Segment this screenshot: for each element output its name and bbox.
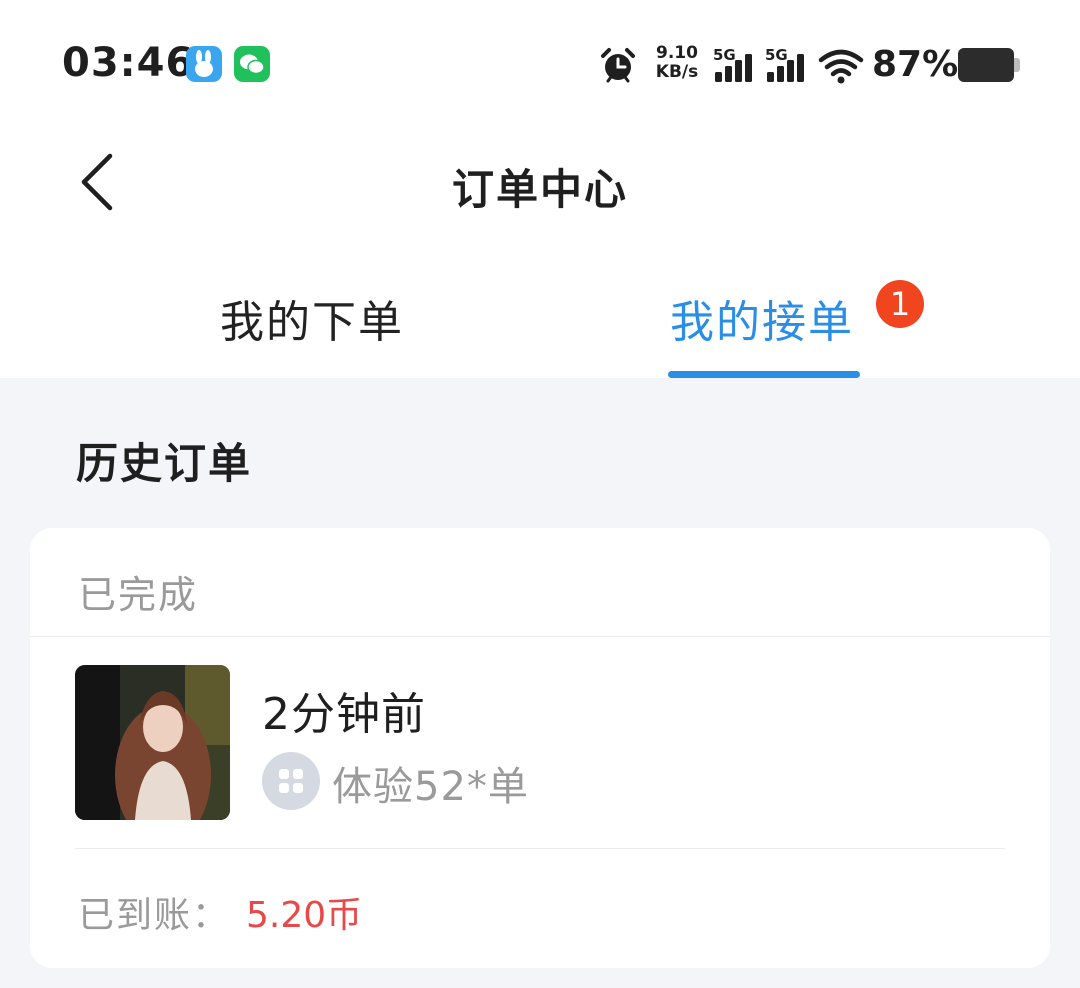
alarm-icon (598, 46, 638, 90)
order-card[interactable]: 已完成 2分钟前 体验52*单 已到账： 5.20币 (30, 528, 1050, 968)
wechat-icon (234, 46, 270, 82)
page-title: 订单中心 (451, 165, 628, 214)
wifi-icon (818, 48, 864, 88)
divider (30, 636, 1050, 637)
paid-amount: 5.20币 (246, 895, 363, 936)
tab-notification-badge: 1 (876, 280, 924, 328)
battery-percent: 87% (872, 44, 959, 85)
network-speed-value: 9.10 (656, 43, 698, 63)
signal-icon: 5G (765, 46, 807, 84)
section-title: 历史订单 (76, 439, 253, 488)
status-bar: 03:46 9.10 KB/s 5G 5G 87% (0, 0, 1080, 130)
status-time: 03:46 (62, 40, 195, 86)
network-speed-unit: KB/s (655, 62, 699, 82)
network-speed: 9.10 KB/s (652, 44, 702, 82)
order-time: 2分钟前 (262, 689, 426, 740)
active-tab-indicator (668, 371, 860, 378)
tab-my-orders[interactable]: 我的下单 (220, 286, 404, 348)
service-name: 体验52*单 (332, 764, 529, 810)
grid-icon (262, 752, 320, 810)
battery-icon (958, 48, 1020, 82)
order-thumbnail (75, 665, 230, 820)
tab-my-accepted-orders[interactable]: 我的接单 (670, 286, 854, 348)
signal-icon: 5G (713, 46, 755, 84)
paid-label: 已到账： (78, 895, 231, 936)
divider (75, 848, 1005, 849)
order-status: 已完成 (78, 573, 199, 617)
bunny-app-icon (186, 46, 222, 82)
